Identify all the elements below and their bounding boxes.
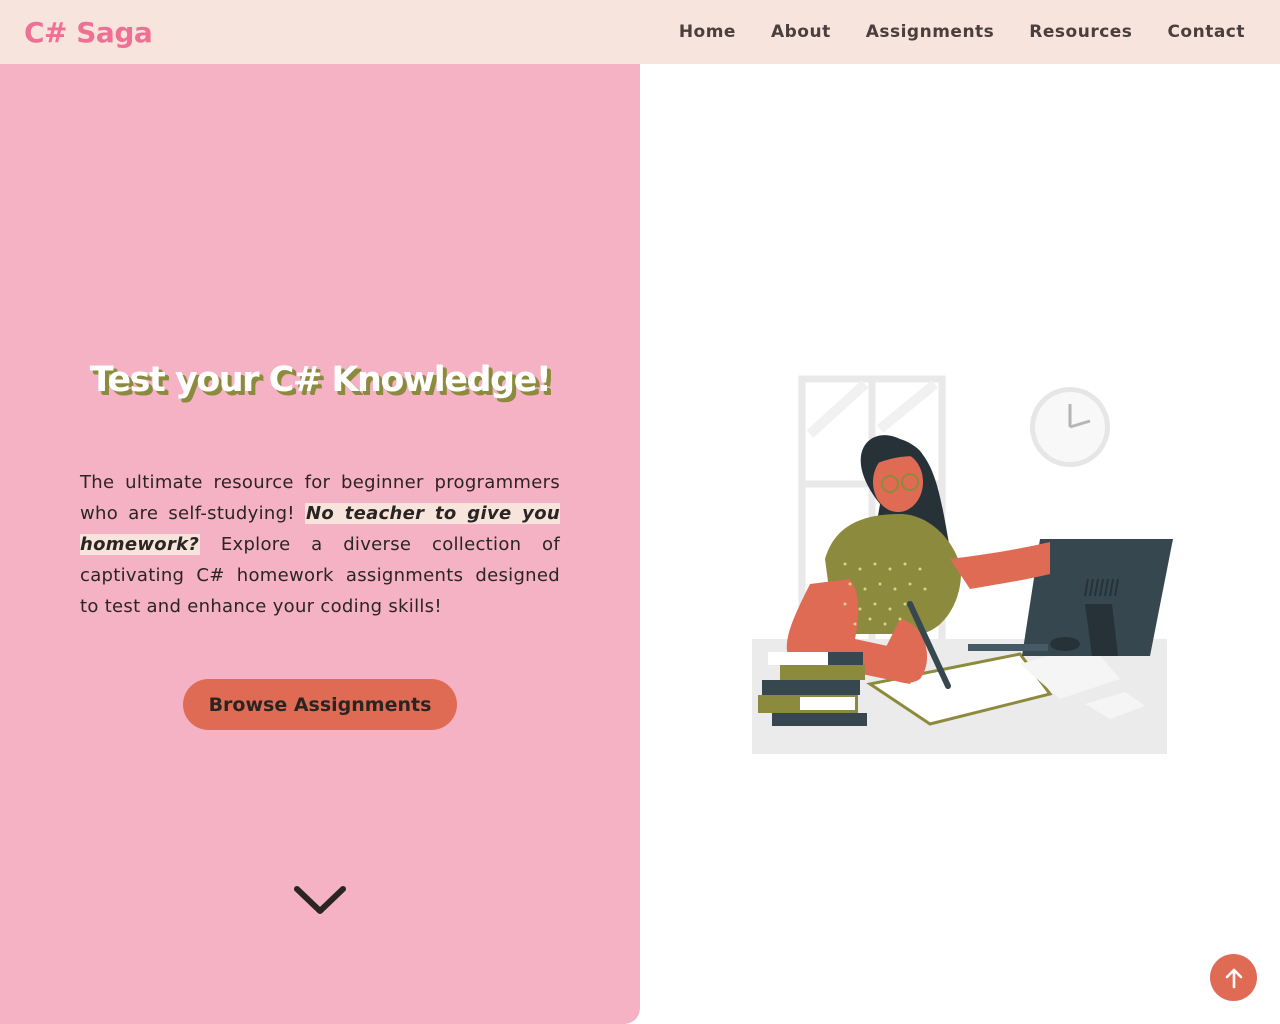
arrow-up-icon (1225, 968, 1242, 988)
chevron-down-icon[interactable] (290, 881, 350, 921)
navbar: C# Saga Home About Assignments Resources… (0, 0, 1280, 64)
hero-illustration-panel (640, 64, 1280, 1024)
site-logo[interactable]: C# Saga (24, 16, 153, 49)
nav-link-contact[interactable]: Contact (1167, 22, 1245, 42)
nav-link-home[interactable]: Home (679, 22, 736, 42)
nav-link-assignments[interactable]: Assignments (866, 22, 995, 42)
browse-assignments-button[interactable]: Browse Assignments (183, 679, 457, 730)
nav-links: Home About Assignments Resources Contact (679, 22, 1245, 42)
back-to-top-button[interactable] (1210, 954, 1257, 1001)
nav-link-resources[interactable]: Resources (1029, 22, 1132, 42)
clock-illustration (1030, 387, 1110, 467)
hero-title: Test your C# Knowledge! (89, 360, 552, 400)
hero-panel: Test your C# Knowledge! The ultimate res… (0, 64, 640, 1024)
hero-description: The ultimate resource for beginner progr… (80, 467, 560, 622)
woman-at-desk-illustration (752, 375, 1173, 754)
books-illustration (758, 652, 867, 726)
nav-link-about[interactable]: About (771, 22, 831, 42)
